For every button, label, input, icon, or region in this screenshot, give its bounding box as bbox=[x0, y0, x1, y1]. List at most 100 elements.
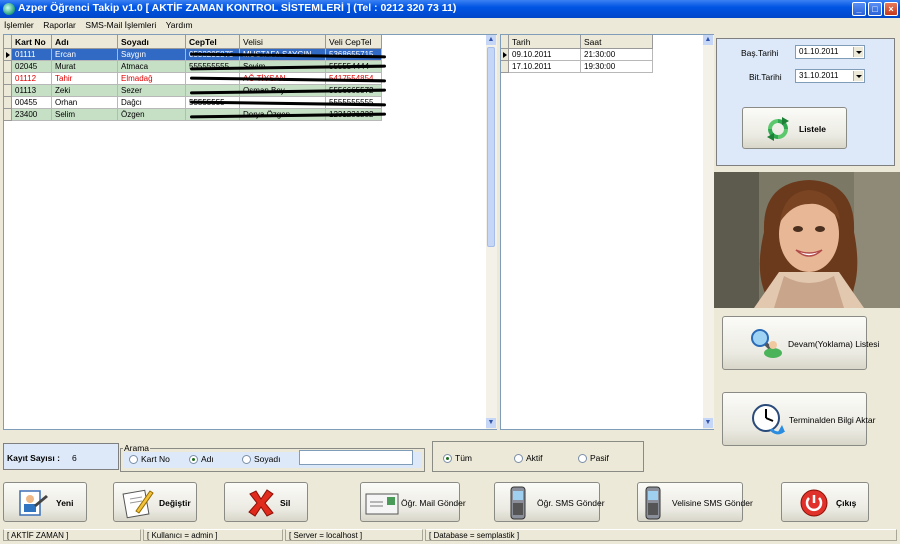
ogr-sms-button[interactable]: Öğr. SMS Gönder bbox=[494, 482, 605, 522]
veli-sms-label: Velisine SMS Gönder bbox=[672, 498, 753, 508]
row-indicator[interactable] bbox=[4, 109, 12, 121]
cell-kart: 01113 bbox=[12, 85, 52, 97]
record-count-panel: Kayıt Sayısı : 6 bbox=[3, 443, 119, 470]
listele-label: Listele bbox=[799, 124, 826, 134]
students-scrollbar[interactable]: ▲ ▼ bbox=[486, 35, 497, 429]
col-adi[interactable]: Adı bbox=[52, 35, 118, 49]
col-saat[interactable]: Saat bbox=[581, 35, 653, 49]
window-title: Azper Öğrenci Takip v1.0 [ AKTİF ZAMAN K… bbox=[18, 2, 457, 14]
mobile-phone-icon bbox=[645, 486, 661, 520]
table-row[interactable]: 01112TahirElmadağAĞ TİYSAN5417554854 bbox=[4, 73, 387, 85]
scroll-up-icon[interactable]: ▲ bbox=[486, 35, 496, 45]
menu-islemler[interactable]: İşlemler bbox=[4, 18, 34, 32]
edit-document-icon bbox=[122, 489, 154, 519]
app-icon bbox=[3, 3, 15, 15]
listele-button[interactable]: Listele bbox=[742, 107, 847, 149]
title-bar[interactable]: Azper Öğrenci Takip v1.0 [ AKTİF ZAMAN K… bbox=[0, 0, 900, 18]
current-row-arrow-icon bbox=[6, 52, 10, 58]
table-row[interactable]: 01113ZekiSezerOsman Bey5556665572 bbox=[4, 85, 387, 97]
end-date-label: Bit.Tarihi bbox=[749, 72, 782, 82]
table-row[interactable]: 02045MuratAtmaca555555555Sevim555554444 bbox=[4, 61, 387, 73]
row-indicator[interactable] bbox=[4, 73, 12, 85]
start-date-value: 01.10.2011 bbox=[799, 47, 839, 56]
table-row[interactable]: 01111ErcanSaygın0538205875MUSTAFA SAYGIN… bbox=[4, 49, 387, 61]
cell-adi: Orhan bbox=[52, 97, 118, 109]
terminal-aktar-button[interactable]: Terminalden Bilgi Aktar bbox=[722, 392, 875, 446]
cell-soyadi: Özgen bbox=[118, 109, 186, 121]
row-indicator[interactable] bbox=[501, 49, 509, 61]
row-indicator[interactable] bbox=[501, 61, 509, 73]
row-indicator[interactable] bbox=[4, 85, 12, 97]
cell-kart: 01111 bbox=[12, 49, 52, 61]
mobile-phone-icon bbox=[510, 486, 526, 520]
maximize-button[interactable]: □ bbox=[868, 2, 882, 16]
radio-aktif[interactable] bbox=[514, 454, 523, 463]
attendance-scrollbar[interactable]: ▲ ▼ bbox=[703, 35, 714, 429]
devam-listesi-button[interactable]: Devam(Yoklama) Listesi bbox=[722, 316, 879, 370]
status-user: [ Kullanıcı = admin ] bbox=[143, 529, 283, 541]
sil-label: Sil bbox=[280, 498, 291, 508]
row-indicator[interactable] bbox=[4, 61, 12, 73]
yeni-label: Yeni bbox=[56, 498, 74, 508]
radio-kart-no-label[interactable]: Kart No bbox=[141, 454, 170, 464]
attendance-grid[interactable]: Tarih Saat 09.10.2011 21:30:00 17.10.2011 1… bbox=[500, 34, 714, 430]
col-ceptel[interactable]: CepTel bbox=[186, 35, 240, 49]
attendance-row[interactable]: 09.10.2011 21:30:00 bbox=[501, 49, 653, 61]
row-indicator[interactable] bbox=[4, 49, 12, 61]
menu-bar: İşlemler Raporlar SMS-Mail İşlemleri Yar… bbox=[0, 18, 900, 32]
scroll-thumb[interactable] bbox=[487, 47, 495, 247]
radio-kart-no[interactable] bbox=[129, 455, 138, 464]
chevron-down-icon[interactable] bbox=[853, 71, 863, 81]
cikis-label: Çıkış bbox=[836, 498, 857, 508]
menu-yardim[interactable]: Yardım bbox=[166, 18, 193, 32]
status-database: [ Database = semplastik ] bbox=[425, 529, 897, 541]
radio-pasif-label[interactable]: Pasif bbox=[590, 453, 609, 463]
students-grid[interactable]: Kart No Adı Soyadı CepTel Velisi Veli Ce… bbox=[3, 34, 497, 430]
col-velisi[interactable]: Velisi bbox=[240, 35, 326, 49]
col-tarih[interactable]: Tarih bbox=[509, 35, 581, 49]
veli-sms-button[interactable]: Velisine SMS Gönder bbox=[637, 482, 753, 522]
end-date-value: 31.10.2011 bbox=[799, 71, 839, 80]
magnifier-users-icon bbox=[751, 329, 782, 358]
radio-adi[interactable] bbox=[189, 455, 198, 464]
cell-adi: Selim bbox=[52, 109, 118, 121]
ogr-mail-button[interactable]: Öğr. Mail Gönder bbox=[360, 482, 466, 522]
sil-button[interactable]: Sil bbox=[224, 482, 308, 522]
scroll-down-icon[interactable]: ▼ bbox=[486, 418, 496, 428]
col-soyadi[interactable]: Soyadı bbox=[118, 35, 186, 49]
radio-tum[interactable] bbox=[443, 454, 452, 463]
radio-tum-label[interactable]: Tüm bbox=[455, 453, 472, 463]
end-date-picker[interactable]: 31.10.2011 bbox=[795, 69, 865, 83]
table-row[interactable]: 23400SelimÖzgenDerya Özgen1231231232 bbox=[4, 109, 387, 121]
devam-listesi-label: Devam(Yoklama) Listesi bbox=[788, 339, 880, 349]
radio-soyadi[interactable] bbox=[242, 455, 251, 464]
cell-soyadi: Sezer bbox=[118, 85, 186, 97]
row-indicator[interactable] bbox=[4, 97, 12, 109]
degistir-button[interactable]: Değiştir bbox=[113, 482, 197, 522]
scroll-up-icon[interactable]: ▲ bbox=[703, 35, 713, 45]
cikis-button[interactable]: Çıkış bbox=[781, 482, 869, 522]
chevron-down-icon[interactable] bbox=[853, 47, 863, 57]
radio-soyadi-label[interactable]: Soyadı bbox=[254, 454, 280, 464]
cell-saat: 21:30:00 bbox=[581, 49, 653, 61]
table-row[interactable]: 00455OrhanDağcı555555555555555555 bbox=[4, 97, 387, 109]
student-photo bbox=[714, 172, 900, 308]
minimize-button[interactable]: _ bbox=[852, 2, 866, 16]
cell-kart: 02045 bbox=[12, 61, 52, 73]
attendance-row[interactable]: 17.10.2011 19:30:00 bbox=[501, 61, 653, 73]
menu-sms-mail[interactable]: SMS-Mail İşlemleri bbox=[85, 18, 156, 32]
refresh-icon bbox=[767, 117, 789, 141]
cell-adi: Ercan bbox=[52, 49, 118, 61]
scroll-down-icon[interactable]: ▼ bbox=[703, 418, 713, 428]
power-icon bbox=[800, 489, 828, 517]
radio-adi-label[interactable]: Adı bbox=[201, 454, 214, 464]
start-date-picker[interactable]: 01.10.2011 bbox=[795, 45, 865, 59]
close-button[interactable]: × bbox=[884, 2, 898, 16]
search-input[interactable] bbox=[299, 450, 413, 465]
yeni-button[interactable]: Yeni bbox=[3, 482, 87, 522]
menu-raporlar[interactable]: Raporlar bbox=[43, 18, 76, 32]
col-veli-ceptel[interactable]: Veli CepTel bbox=[326, 35, 382, 49]
col-kart-no[interactable]: Kart No bbox=[12, 35, 52, 49]
radio-pasif[interactable] bbox=[578, 454, 587, 463]
radio-aktif-label[interactable]: Aktif bbox=[526, 453, 543, 463]
